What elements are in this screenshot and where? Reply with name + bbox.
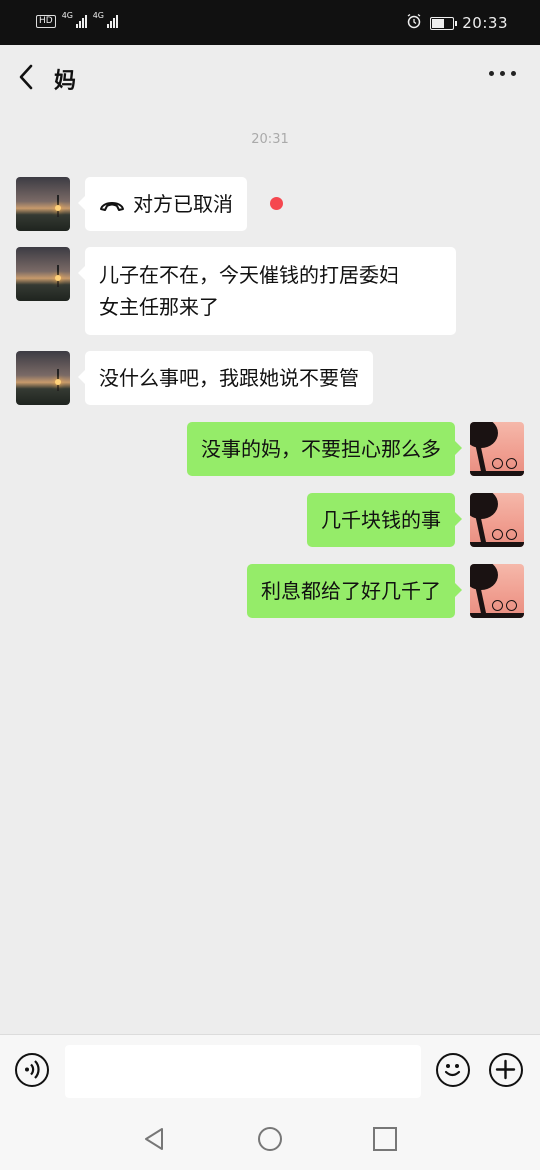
signal-icon: 4G xyxy=(62,11,87,28)
battery-icon xyxy=(430,16,458,30)
message-text: 没什么事吧，我跟她说不要管 xyxy=(99,366,359,390)
call-cancelled-message[interactable]: 对方已取消 xyxy=(78,177,247,231)
more-options-icon[interactable] xyxy=(489,71,516,76)
contact-avatar[interactable] xyxy=(16,247,70,301)
chat-title: 妈 xyxy=(54,69,77,94)
signal-icon-2: 4G xyxy=(93,11,118,28)
alarm-icon xyxy=(406,13,422,33)
input-bar xyxy=(0,1034,540,1109)
plus-icon[interactable] xyxy=(489,1053,523,1087)
clock-time: 20:33 xyxy=(462,14,508,32)
my-avatar[interactable] xyxy=(470,493,524,547)
outgoing-message[interactable]: 几千块钱的事 xyxy=(307,493,462,547)
chat-header: 妈 xyxy=(0,45,540,109)
message-text-line1: 儿子在不在，今天催钱的打居委妇 xyxy=(99,263,399,287)
message-text-line2: 女主任那来了 xyxy=(99,295,219,319)
outgoing-message[interactable]: 没事的妈，不要担心那么多 xyxy=(187,422,462,476)
outgoing-message[interactable]: 利息都给了好几千了 xyxy=(247,564,462,618)
phone-hangup-icon xyxy=(99,190,125,222)
message-text: 利息都给了好几千了 xyxy=(261,579,441,603)
message-timestamp: 20:31 xyxy=(251,132,289,147)
status-bar: HD 4G 4G 20:33 xyxy=(0,0,540,45)
emoji-icon[interactable] xyxy=(436,1053,470,1087)
contact-avatar[interactable] xyxy=(16,351,70,405)
back-arrow-icon[interactable] xyxy=(16,63,38,91)
unread-dot xyxy=(270,197,283,210)
nav-back-icon[interactable] xyxy=(141,1125,169,1153)
incoming-message[interactable]: 没什么事吧，我跟她说不要管 xyxy=(78,351,373,405)
nav-home-icon[interactable] xyxy=(256,1125,284,1153)
hd-badge: HD xyxy=(36,14,56,28)
my-avatar[interactable] xyxy=(470,564,524,618)
my-avatar[interactable] xyxy=(470,422,524,476)
message-input[interactable] xyxy=(65,1045,421,1098)
message-text: 对方已取消 xyxy=(133,192,233,216)
system-nav-bar xyxy=(0,1108,540,1170)
contact-avatar[interactable] xyxy=(16,177,70,231)
message-text: 几千块钱的事 xyxy=(321,508,441,532)
incoming-message[interactable]: 儿子在不在，今天催钱的打居委妇 女主任那来了 xyxy=(78,247,456,335)
nav-recents-icon[interactable] xyxy=(371,1125,399,1153)
message-text: 没事的妈，不要担心那么多 xyxy=(201,437,441,461)
voice-input-icon[interactable] xyxy=(15,1053,49,1087)
